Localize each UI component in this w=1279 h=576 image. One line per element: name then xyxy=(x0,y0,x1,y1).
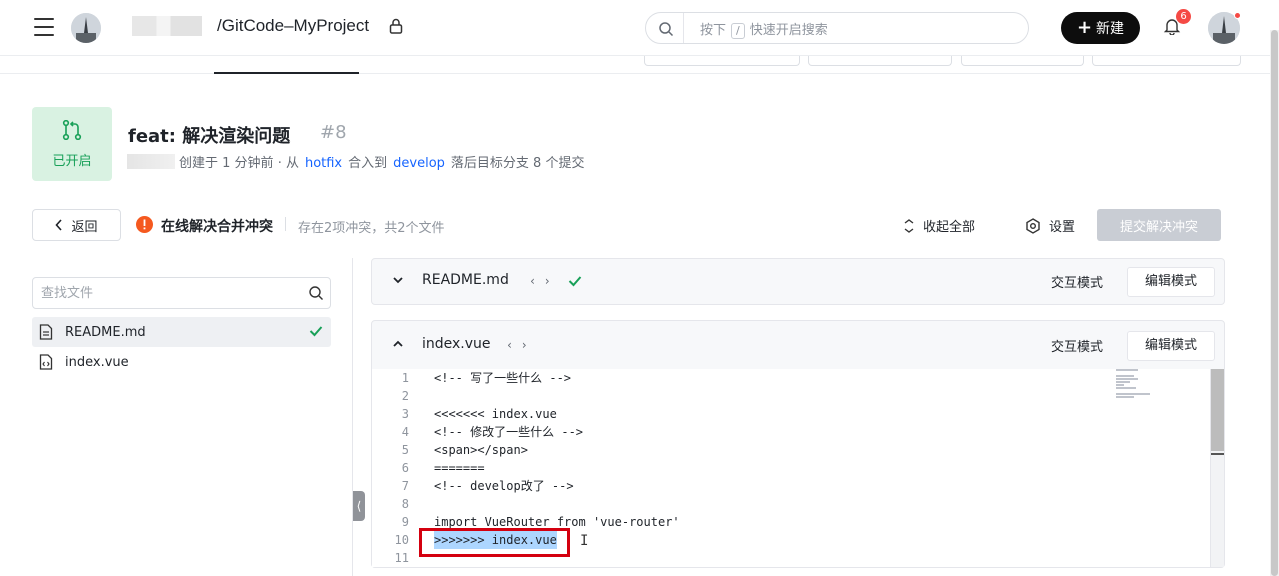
code-line[interactable]: 8 xyxy=(372,495,1212,513)
chevron-down-icon[interactable] xyxy=(392,275,404,285)
code-editor[interactable]: 1 <!-- 写了一些什么 --> 2 3 <<<<<<< index.vue 4 <… xyxy=(372,369,1224,567)
repo-action-button[interactable] xyxy=(644,56,800,66)
chevron-up-icon[interactable] xyxy=(392,339,404,349)
editor-scrollbar[interactable] xyxy=(1210,369,1224,567)
lock-icon xyxy=(389,18,403,34)
user-status-dot xyxy=(1234,12,1241,19)
mr-number: #8 xyxy=(320,122,347,143)
repo-action-button[interactable] xyxy=(1092,56,1241,66)
author-redacted[interactable] xyxy=(127,154,175,169)
divider xyxy=(285,217,286,231)
hamburger-menu-icon[interactable] xyxy=(34,18,54,36)
search-icon xyxy=(309,286,323,300)
submit-resolution-button[interactable]: 提交解决冲突 xyxy=(1097,209,1221,241)
selected-text: >>>>>>> index.vue xyxy=(434,531,557,549)
repo-action-button[interactable] xyxy=(961,56,1084,66)
edit-mode-button[interactable]: 编辑模式 xyxy=(1127,331,1215,361)
global-search[interactable]: 按下 / 快速开启搜索 xyxy=(645,12,1029,44)
conflict-summary: 存在2项冲突，共2个文件 xyxy=(298,221,445,236)
code-line[interactable]: 1 <!-- 写了一些什么 --> xyxy=(372,369,1212,387)
card-header: index.vue ‹ › 交互模式 编辑模式 xyxy=(372,321,1224,369)
mr-title: feat: 解决渲染问题 xyxy=(128,126,291,147)
file-item-readme[interactable]: README.md xyxy=(32,317,331,347)
new-button[interactable]: + 新建 xyxy=(1061,12,1140,44)
file-item-index-vue[interactable]: index.vue xyxy=(32,347,331,377)
resolved-check-icon xyxy=(309,326,323,337)
gear-icon xyxy=(1026,217,1040,234)
code-line[interactable]: 4 <!-- 修改了一些什么 --> xyxy=(372,423,1212,441)
back-button[interactable]: 返回 xyxy=(32,209,121,241)
merge-request-icon xyxy=(62,120,82,140)
namespace-avatar[interactable] xyxy=(71,13,101,43)
conflict-card-index-vue: index.vue ‹ › 交互模式 编辑模式 1 <!-- 写了一些什么 -->… xyxy=(371,320,1225,568)
settings-button[interactable]: 设置 xyxy=(1025,216,1075,235)
code-line[interactable]: 2 xyxy=(372,387,1212,405)
namespace-name-redacted[interactable] xyxy=(132,16,202,36)
repo-path[interactable]: /GitCode–MyProject xyxy=(217,16,369,36)
file-text-icon xyxy=(39,324,53,340)
text-cursor-icon: I xyxy=(580,533,589,549)
code-view-icon[interactable]: ‹ › xyxy=(506,338,528,352)
edit-mode-button[interactable]: 编辑模式 xyxy=(1127,267,1215,297)
collapse-all-button[interactable]: 收起全部 xyxy=(903,216,975,235)
repo-action-button[interactable] xyxy=(808,56,952,66)
notification-badge: 6 xyxy=(1176,9,1191,24)
scrollbar-thumb[interactable] xyxy=(1211,369,1224,451)
code-view-icon[interactable]: ‹ › xyxy=(529,274,551,288)
card-header: README.md ‹ › 交互模式 编辑模式 xyxy=(372,259,1224,303)
conflict-title: 在线解决合并冲突 xyxy=(161,219,273,235)
shortcut-key: / xyxy=(731,23,745,39)
chevron-left-icon xyxy=(55,219,63,231)
panel-divider xyxy=(352,258,353,576)
top-nav: /GitCode–MyProject 按下 / 快速开启搜索 + 新建 6 xyxy=(0,0,1279,56)
code-line[interactable]: 6 ======= xyxy=(372,459,1212,477)
code-line[interactable]: 7 <!-- develop改了 --> xyxy=(372,477,1212,495)
interactive-mode-button[interactable]: 交互模式 xyxy=(1051,272,1103,291)
target-branch-link[interactable]: develop xyxy=(393,156,445,171)
mr-meta: 创建于 1 分钟前 · 从 hotfix 合入到 develop 落后目标分支 8 个提… xyxy=(127,152,584,171)
warning-icon xyxy=(136,216,153,233)
code-line[interactable]: 5 <span></span> xyxy=(372,441,1212,459)
plus-icon: + xyxy=(1076,17,1093,38)
conflict-card-readme: README.md ‹ › 交互模式 编辑模式 xyxy=(371,258,1225,305)
code-line-selected[interactable]: 10 >>>>>>> index.vue xyxy=(372,531,1212,549)
code-line[interactable]: 11 xyxy=(372,549,1212,567)
resolved-check-icon xyxy=(568,276,582,287)
search-icon xyxy=(659,22,674,37)
collapse-sidebar-handle[interactable]: ⟨ xyxy=(353,491,365,521)
active-tab-indicator xyxy=(214,72,359,74)
page-scrollbar[interactable] xyxy=(1270,30,1279,576)
collapse-icon xyxy=(904,218,914,233)
file-code-icon xyxy=(39,354,53,370)
search-placeholder: 按下 / 快速开启搜索 xyxy=(700,23,828,39)
code-line[interactable]: 3 <<<<<<< index.vue xyxy=(372,405,1212,423)
card-file-name: index.vue xyxy=(422,336,491,352)
repo-tab-bar xyxy=(0,56,1279,74)
interactive-mode-button[interactable]: 交互模式 xyxy=(1051,336,1103,355)
card-file-name: README.md xyxy=(422,272,509,288)
mr-status-badge: 已开启 xyxy=(32,107,112,181)
editor-minimap[interactable] xyxy=(1116,369,1166,399)
file-search-input[interactable] xyxy=(33,278,303,308)
code-line[interactable]: 9 import VueRouter from 'vue-router' xyxy=(372,513,1212,531)
source-branch-link[interactable]: hotfix xyxy=(305,156,342,171)
file-search[interactable] xyxy=(32,277,331,309)
